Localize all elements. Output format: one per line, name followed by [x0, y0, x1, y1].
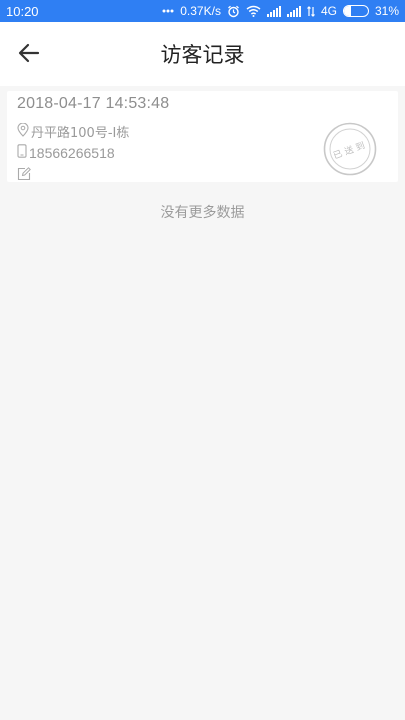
alarm-icon: [227, 5, 240, 18]
network-type: 4G: [320, 4, 337, 18]
phone-icon: [17, 144, 27, 161]
back-button[interactable]: [14, 40, 44, 70]
wifi-icon: [246, 5, 261, 17]
back-arrow-icon: [18, 43, 40, 67]
no-more-data-label: 没有更多数据: [160, 205, 245, 221]
page-title: 访客记录: [160, 43, 245, 67]
edit-icon[interactable]: [17, 166, 31, 181]
battery-percent: 31%: [374, 4, 399, 18]
network-speed: 0.37K/s: [180, 4, 221, 18]
visit-address: 丹平路100号-I栋: [31, 126, 130, 141]
status-time: 10:20: [6, 3, 39, 19]
arrived-stamp: 已送到: [323, 122, 377, 176]
app-header: 访客记录: [0, 22, 405, 86]
visit-time: 2018-04-17 14:53:48: [17, 95, 170, 112]
address-row: 丹平路100号-I栋: [17, 122, 129, 141]
data-transfer-icon: [307, 5, 315, 17]
dots-icon: [162, 9, 174, 13]
phone-row: 18566266518: [17, 144, 115, 161]
signal-icon: [266, 5, 281, 17]
visitor-record-card[interactable]: 2018-04-17 14:53:48 丹平路100号-I栋 185662665…: [7, 91, 398, 182]
location-pin-icon: [17, 122, 29, 141]
signal-icon: [286, 5, 301, 17]
battery-icon: [342, 5, 369, 17]
status-bar: 10:20 0.37K/s 4G 31%: [0, 0, 405, 22]
battery-level-fill: [343, 6, 352, 16]
status-indicators: 0.37K/s 4G 31%: [162, 4, 399, 18]
visitor-phone: 18566266518: [29, 144, 115, 161]
